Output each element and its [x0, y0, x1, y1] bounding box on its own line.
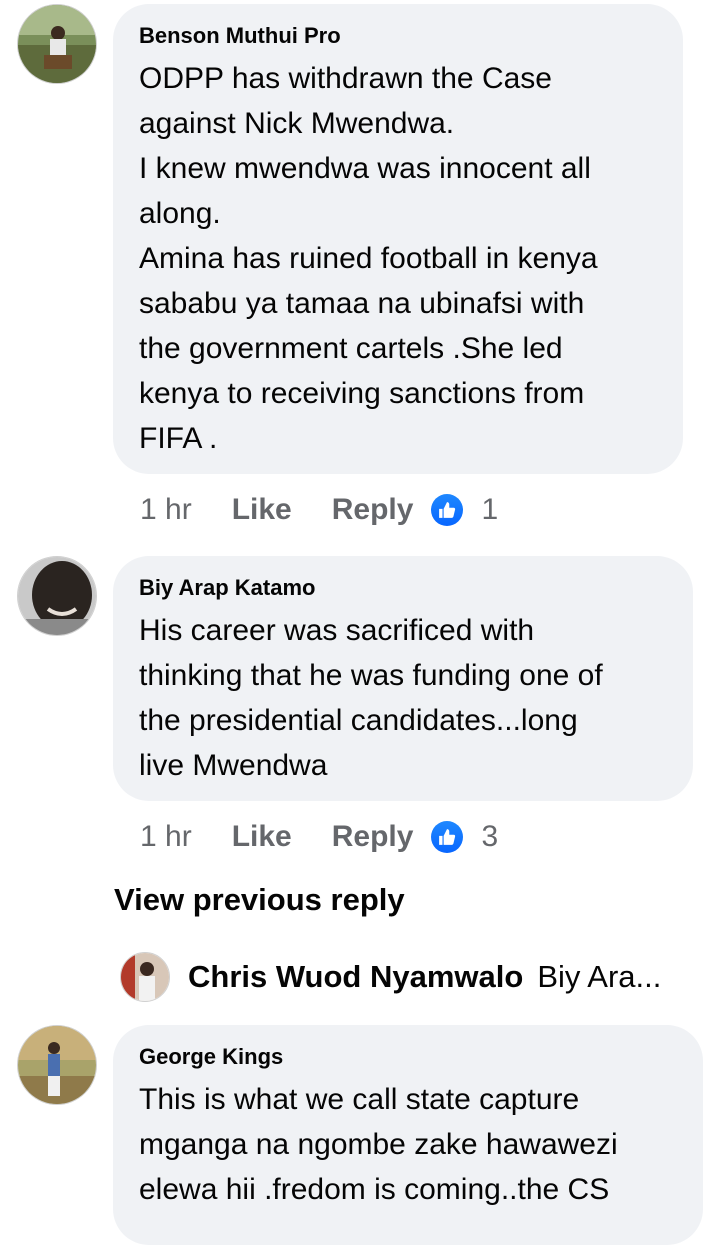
- comment-author[interactable]: George Kings: [139, 1043, 677, 1071]
- comment-line: His career was sacrificed with: [139, 614, 535, 647]
- reaction-count[interactable]: 3: [481, 820, 498, 854]
- comment-time[interactable]: 1 hr: [140, 820, 192, 854]
- comment-line: thinking that he was funding one of: [139, 659, 603, 692]
- comment-text: His career was sacrificed with thinking …: [139, 608, 667, 788]
- comment-author[interactable]: Biy Arap Katamo: [139, 574, 667, 602]
- comment-line: mganga na ngombe zake hawawezi: [139, 1128, 618, 1161]
- reply-button[interactable]: Reply: [332, 493, 414, 527]
- comment-actions: 1 hr Like Reply 3: [140, 815, 498, 859]
- comment-actions: 1 hr Like Reply 1: [140, 488, 498, 532]
- comment-line: the government cartels .She led: [139, 332, 563, 365]
- avatar-chris[interactable]: [120, 952, 170, 1002]
- comment-line: kenya to receiving sanctions from: [139, 377, 585, 410]
- reply-preview[interactable]: Chris Wuod Nyamwalo Biy Ara...: [120, 950, 661, 1004]
- comment-author[interactable]: Benson Muthui Pro: [139, 22, 657, 50]
- comment-line: FIFA .: [139, 422, 218, 455]
- avatar-george[interactable]: [17, 1025, 97, 1105]
- comment-line: ODPP has withdrawn the Case: [139, 62, 552, 95]
- reply-snippet: Biy Ara...: [537, 959, 662, 994]
- reply-button[interactable]: Reply: [332, 820, 414, 854]
- comment-line: sababu ya tamaa na ubinafsi with: [139, 287, 585, 320]
- comment-line: Amina has ruined football in kenya: [139, 242, 598, 275]
- comment-line: live Mwendwa: [139, 749, 328, 782]
- like-button[interactable]: Like: [232, 493, 292, 527]
- comment-time[interactable]: 1 hr: [140, 493, 192, 527]
- comment-bubble: Biy Arap Katamo His career was sacrifice…: [113, 556, 693, 801]
- comment-line: along.: [139, 197, 221, 230]
- comment-line: the presidential candidates...long: [139, 704, 578, 737]
- comment-line: against Nick Mwendwa.: [139, 107, 455, 140]
- comment-text: ODPP has withdrawn the Case against Nick…: [139, 56, 657, 461]
- like-reaction-icon[interactable]: [431, 494, 464, 526]
- like-reaction-icon[interactable]: [431, 821, 464, 853]
- comment-line: elewa hii .fredom is coming..the CS: [139, 1173, 610, 1206]
- comment-line: I knew mwendwa was innocent all: [139, 152, 591, 185]
- avatar-biy[interactable]: [17, 556, 97, 636]
- comment-bubble: George Kings This is what we call state …: [113, 1025, 703, 1245]
- comment-bubble: Benson Muthui Pro ODPP has withdrawn the…: [113, 4, 683, 474]
- reply-author[interactable]: Chris Wuod Nyamwalo: [188, 959, 523, 995]
- avatar-benson[interactable]: [17, 4, 97, 84]
- comment-text: This is what we call state capture mgang…: [139, 1077, 677, 1212]
- view-previous-reply-link[interactable]: View previous reply: [114, 882, 405, 918]
- reaction-count[interactable]: 1: [481, 493, 498, 527]
- comment-line: This is what we call state capture: [139, 1083, 580, 1116]
- like-button[interactable]: Like: [232, 820, 292, 854]
